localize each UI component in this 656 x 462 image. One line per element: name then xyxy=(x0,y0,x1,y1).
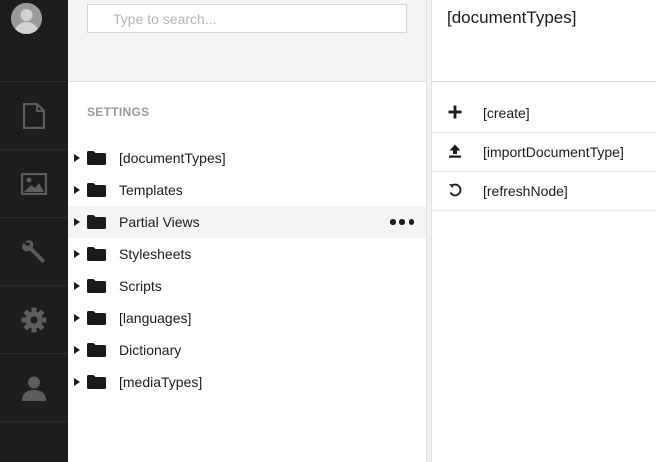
caret-right-icon[interactable] xyxy=(74,218,80,226)
gear-icon xyxy=(21,307,47,332)
section-settings[interactable] xyxy=(0,286,68,354)
section-rail xyxy=(0,0,68,462)
action-menu: [create] [importDocumentType] [refreshNo… xyxy=(432,94,656,211)
tree-item-label: Scripts xyxy=(119,278,162,294)
tree-item-scripts[interactable]: Scripts xyxy=(68,270,426,302)
tree-item-templates[interactable]: Templates xyxy=(68,174,426,206)
tree-header xyxy=(68,0,426,82)
section-developer[interactable] xyxy=(0,218,68,286)
section-content[interactable] xyxy=(0,82,68,150)
upload-icon xyxy=(449,144,461,158)
wrench-icon xyxy=(22,239,45,263)
tree-item-label: [documentTypes] xyxy=(119,150,226,166)
image-icon xyxy=(21,172,47,195)
search-input[interactable] xyxy=(87,4,407,33)
section-media[interactable] xyxy=(0,150,68,218)
more-options-icon[interactable] xyxy=(390,215,414,229)
tree-item-stylesheets[interactable]: Stylesheets xyxy=(68,238,426,270)
settings-tree: [documentTypes] Templates Partial Views … xyxy=(68,142,426,398)
caret-right-icon[interactable] xyxy=(74,314,80,322)
user-avatar-icon xyxy=(11,3,42,34)
user-icon xyxy=(22,376,46,401)
tree-item-label: [languages] xyxy=(119,310,192,326)
caret-right-icon[interactable] xyxy=(74,250,80,258)
folder-icon xyxy=(87,215,106,229)
action-import-document-type[interactable]: [importDocumentType] xyxy=(432,133,656,172)
action-panel-title: [documentTypes] xyxy=(447,8,577,27)
avatar-area xyxy=(0,0,68,82)
tree-item-media-types[interactable]: [mediaTypes] xyxy=(68,366,426,398)
tree-item-label: Stylesheets xyxy=(119,246,192,262)
folder-icon xyxy=(87,375,106,389)
document-icon xyxy=(23,102,45,129)
folder-icon xyxy=(87,311,106,325)
folder-icon xyxy=(87,343,106,357)
folder-icon xyxy=(87,151,106,165)
folder-icon xyxy=(87,279,106,293)
action-panel: [documentTypes] [create] [importDocument… xyxy=(432,0,656,462)
caret-right-icon[interactable] xyxy=(74,378,80,386)
tree-item-partial-views[interactable]: Partial Views xyxy=(68,206,426,238)
action-refresh-node[interactable]: [refreshNode] xyxy=(432,172,656,211)
tree-section-title: SETTINGS xyxy=(87,105,150,119)
caret-right-icon[interactable] xyxy=(74,186,80,194)
section-users[interactable] xyxy=(0,354,68,422)
action-label: [importDocumentType] xyxy=(483,144,624,160)
action-label: [refreshNode] xyxy=(483,183,568,199)
caret-right-icon[interactable] xyxy=(74,154,80,162)
plus-icon xyxy=(448,105,462,119)
tree-item-label: [mediaTypes] xyxy=(119,374,203,390)
caret-right-icon[interactable] xyxy=(74,346,80,354)
folder-icon xyxy=(87,247,106,261)
folder-icon xyxy=(87,183,106,197)
tree-panel: SETTINGS [documentTypes] Templates Parti… xyxy=(68,0,426,462)
action-create[interactable]: [create] xyxy=(432,94,656,133)
tree-item-document-types[interactable]: [documentTypes] xyxy=(68,142,426,174)
refresh-icon xyxy=(448,183,462,197)
tree-item-label: Dictionary xyxy=(119,342,182,358)
action-label: [create] xyxy=(483,105,530,121)
action-header: [documentTypes] xyxy=(432,0,656,82)
avatar[interactable] xyxy=(11,3,42,34)
tree-item-label: Partial Views xyxy=(119,214,200,230)
tree-item-languages[interactable]: [languages] xyxy=(68,302,426,334)
tree-item-dictionary[interactable]: Dictionary xyxy=(68,334,426,366)
caret-right-icon[interactable] xyxy=(74,282,80,290)
tree-item-label: Templates xyxy=(119,182,183,198)
